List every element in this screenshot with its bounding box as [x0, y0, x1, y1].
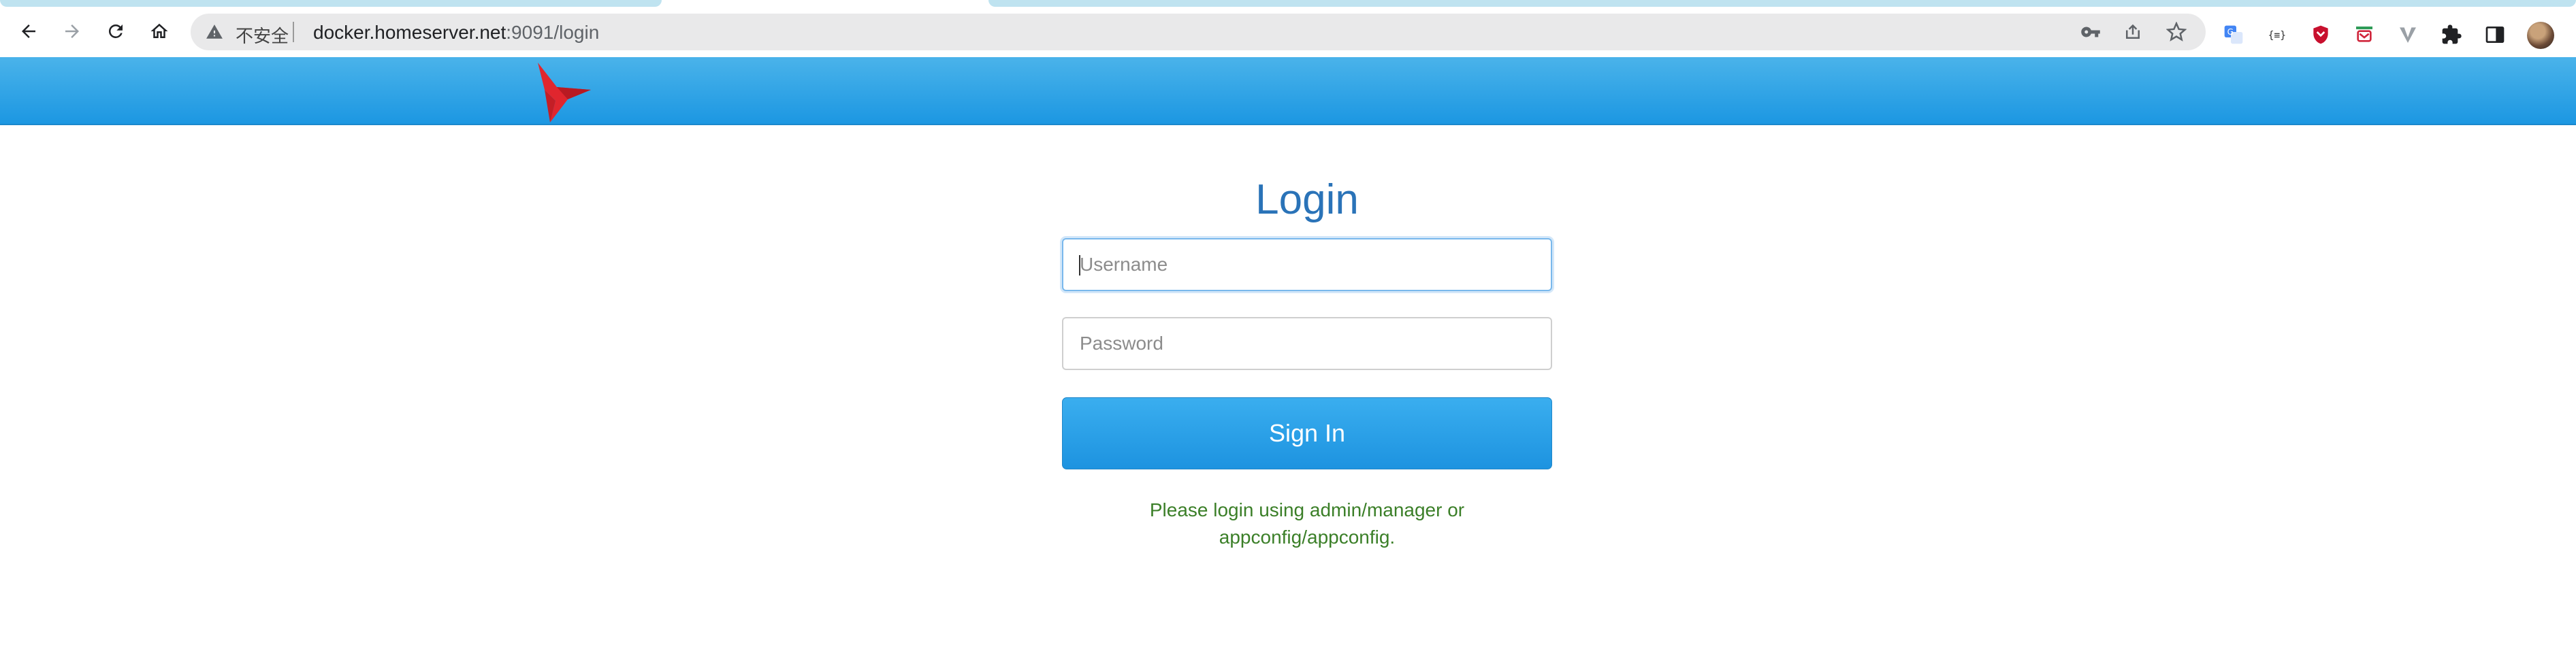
- password-input[interactable]: [1062, 317, 1552, 370]
- browser-tab[interactable]: [0, 0, 662, 7]
- json-viewer-icon: {≡}: [2268, 29, 2286, 41]
- url-host: docker.homeserver.net: [313, 22, 506, 43]
- reload-button[interactable]: [99, 15, 132, 48]
- svg-text:G: G: [2227, 27, 2234, 37]
- text-caret: [1079, 255, 1080, 276]
- star-icon[interactable]: [2166, 22, 2187, 42]
- login-hint: Please login using admin/manager or appc…: [1149, 499, 1465, 548]
- shield-extension[interactable]: [2309, 23, 2332, 46]
- arrow-right-icon: [65, 24, 79, 38]
- mail-extension[interactable]: [2353, 23, 2376, 46]
- url-path: :9091/login: [506, 22, 600, 43]
- side-panel-button[interactable]: [2483, 23, 2507, 46]
- browser-toolbar: 不安全 docker.homeserver.net:9091/login G {…: [0, 8, 2576, 57]
- share-icon[interactable]: [2123, 22, 2143, 42]
- back-button[interactable]: [12, 15, 45, 48]
- login-title: Login: [1255, 176, 1359, 223]
- side-panel-icon: [2485, 27, 2505, 43]
- profile-avatar[interactable]: [2527, 22, 2554, 49]
- username-input[interactable]: [1062, 238, 1552, 291]
- red-bird-logo: [538, 63, 591, 122]
- warning-triangle-icon[interactable]: [206, 23, 223, 41]
- reload-icon: [108, 24, 123, 38]
- tab-strip: [0, 0, 2576, 8]
- home-icon: [150, 23, 168, 38]
- shield-icon: [2313, 25, 2328, 44]
- app-header: [0, 57, 2576, 125]
- puzzle-icon: [2442, 24, 2462, 44]
- address-bar[interactable]: 不安全 docker.homeserver.net:9091/login: [191, 14, 2206, 50]
- svg-text:{≡}: {≡}: [2268, 29, 2286, 41]
- browser-tab[interactable]: [988, 0, 2576, 7]
- v-extension-icon: [2400, 27, 2416, 43]
- security-label[interactable]: 不安全: [236, 22, 289, 48]
- url-text[interactable]: docker.homeserver.net:9091/login: [313, 22, 599, 44]
- translate-extension[interactable]: G: [2222, 23, 2245, 46]
- json-extension[interactable]: {≡}: [2266, 23, 2289, 46]
- home-button[interactable]: [143, 15, 176, 48]
- extensions-button[interactable]: [2440, 23, 2463, 46]
- translate-icon: G: [2224, 25, 2243, 44]
- address-separator: [293, 22, 294, 42]
- arrow-left-icon: [22, 24, 35, 38]
- mail-icon: [2356, 27, 2372, 42]
- forward-button[interactable]: [56, 15, 88, 48]
- sign-in-button[interactable]: Sign In: [1062, 397, 1552, 469]
- v-extension[interactable]: [2396, 23, 2419, 46]
- key-icon[interactable]: [2080, 22, 2101, 42]
